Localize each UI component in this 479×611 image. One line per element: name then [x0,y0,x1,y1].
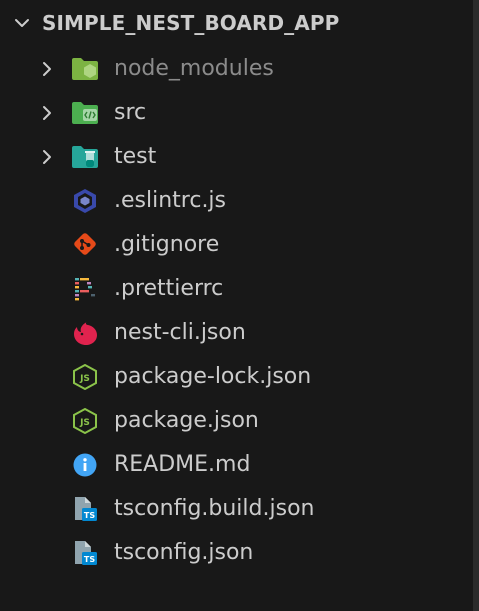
folder-src[interactable]: src [0,91,470,135]
nodejs-icon: JS [73,364,97,390]
git-icon [74,233,96,255]
nodejs-icon: JS [73,408,97,434]
file-package-json[interactable]: JS package.json [0,399,470,443]
eslint-icon [74,189,96,213]
file-nest-cli-json[interactable]: nest-cli.json [0,311,470,355]
chevron-right-icon[interactable] [38,60,56,78]
root-folder-name: SIMPLE_NEST_BOARD_APP [42,11,340,35]
item-label: node_modules [114,56,274,81]
src-folder-icon [72,102,98,124]
file-readme-md[interactable]: README.md [0,443,470,487]
explorer-root-header[interactable]: SIMPLE_NEST_BOARD_APP [0,0,470,46]
chevron-right-icon[interactable] [38,148,56,166]
tsconfig-icon: TS [75,541,97,565]
file-gitignore[interactable]: .gitignore [0,223,470,267]
info-icon [73,453,97,477]
svg-text:JS: JS [79,418,90,428]
item-label: package.json [114,408,259,433]
file-tsconfig-json[interactable]: TS tsconfig.json [0,531,470,575]
chevron-right-icon[interactable] [38,104,56,122]
item-label: .gitignore [114,232,220,257]
svg-text:JS: JS [79,374,90,384]
nestjs-icon [74,322,97,345]
svg-text:TS: TS [84,555,95,564]
file-explorer: SIMPLE_NEST_BOARD_APP node_modules src t… [0,0,479,611]
item-label: .eslintrc.js [114,188,227,213]
vertical-scrollbar[interactable] [473,0,479,611]
file-prettierrc[interactable]: .prettierrc [0,267,470,311]
item-label: nest-cli.json [114,320,246,345]
file-package-lock-json[interactable]: JS package-lock.json [0,355,470,399]
chevron-down-icon[interactable] [13,14,31,32]
item-label: test [114,144,157,169]
prettier-icon [75,278,95,301]
item-label: README.md [114,452,251,477]
tsconfig-icon: TS [75,497,97,521]
svg-text:TS: TS [84,511,95,520]
item-label: src [114,100,147,125]
node-modules-folder-icon [72,58,98,80]
folder-node-modules[interactable]: node_modules [0,47,470,91]
item-label: .prettierrc [114,276,224,301]
item-label: tsconfig.build.json [114,496,315,521]
folder-test[interactable]: test [0,135,470,179]
file-tsconfig-build-json[interactable]: TS tsconfig.build.json [0,487,470,531]
item-label: tsconfig.json [114,540,254,565]
test-folder-icon [72,146,98,168]
file-eslintrc[interactable]: .eslintrc.js [0,179,470,223]
item-label: package-lock.json [114,364,312,389]
